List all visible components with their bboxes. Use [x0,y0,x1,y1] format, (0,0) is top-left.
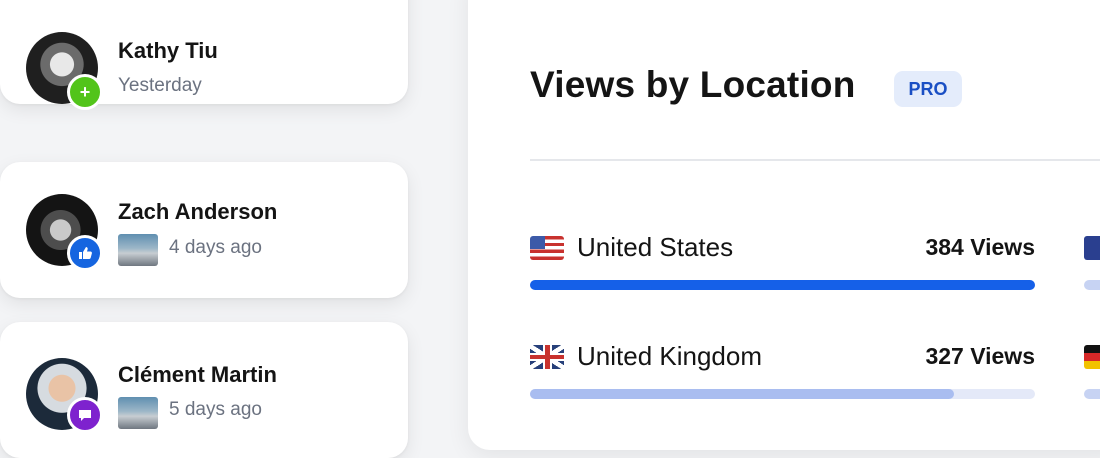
flag-au-icon [1084,236,1100,260]
flag-uk-icon [530,345,564,369]
plus-icon: + [67,74,103,110]
timestamp: Yesterday [118,75,202,96]
views-by-location-panel: Views by Location PRO United States 384 … [468,0,1100,450]
post-thumbnail[interactable] [118,234,158,266]
user-name: Clément Martin [118,362,277,387]
progress-bar-track [1084,389,1100,399]
progress-bar-fill [530,389,955,399]
country-name: United Kingdom [577,341,762,371]
comment-icon [67,397,103,433]
post-thumbnail[interactable] [118,397,158,429]
view-count: 327 Views [925,343,1035,369]
progress-bar-track [530,389,1035,399]
view-count: 384 Views [925,234,1035,260]
user-name: Zach Anderson [118,199,278,224]
user-name: Kathy Tiu [118,38,218,63]
country-name: United States [577,232,734,262]
timestamp: 4 days ago [169,237,262,258]
progress-bar-track [530,280,1035,290]
timestamp: 5 days ago [169,399,262,420]
panel-title: Views by Location [530,64,856,105]
thumbs-up-icon [67,235,103,271]
progress-bar-fill [530,280,1035,290]
pro-badge: PRO [894,71,962,107]
activity-card[interactable]: + Kathy Tiu Yesterday [0,0,408,110]
flag-de-icon [1084,345,1100,369]
progress-bar-track [1084,280,1100,290]
activity-card[interactable]: Clément Martin 5 days ago [0,322,408,458]
divider [530,159,1100,161]
flag-us-icon [530,236,564,260]
activity-card[interactable]: Zach Anderson 4 days ago [0,162,408,298]
